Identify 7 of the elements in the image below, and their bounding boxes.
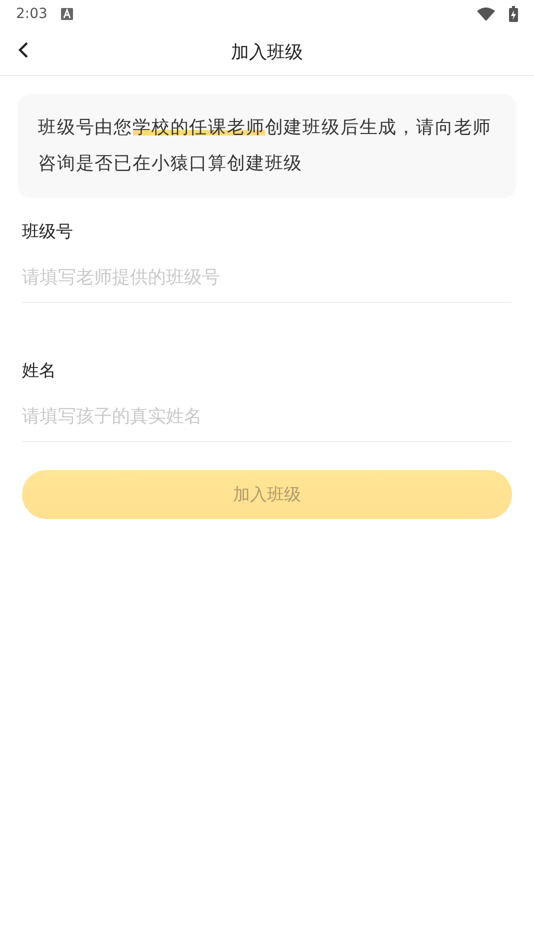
- page-title: 加入班级: [231, 40, 303, 64]
- field-label: 班级号: [22, 221, 74, 243]
- wifi-icon: [477, 7, 495, 21]
- notification-icon: [61, 8, 74, 20]
- field-label: 姓名: [22, 360, 57, 382]
- status-time: 2:03: [16, 6, 48, 22]
- battery-icon: [509, 6, 518, 22]
